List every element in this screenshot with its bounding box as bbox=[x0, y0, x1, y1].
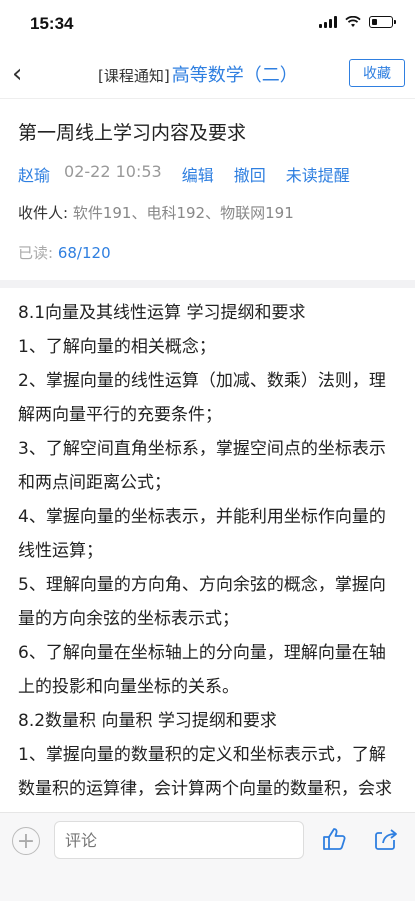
course-name: 高等数学（二） bbox=[171, 65, 298, 86]
wifi-icon bbox=[345, 16, 361, 27]
notice-title: 第一周线上学习内容及要求 bbox=[18, 122, 247, 144]
notice-meta: 赵瑜 02-22 10:53 编辑 撤回 未读提醒 bbox=[18, 162, 350, 186]
author-link[interactable]: 赵瑜 bbox=[18, 162, 50, 186]
status-time: 15:34 bbox=[30, 14, 74, 33]
nav-bar: ‹ [课程通知] 高等数学（二） 收藏 bbox=[0, 48, 415, 99]
status-icons bbox=[319, 16, 396, 28]
notice-category-tag: [课程通知] bbox=[98, 67, 170, 85]
add-icon[interactable]: + bbox=[12, 827, 40, 855]
nav-title: [课程通知] 高等数学（二） bbox=[98, 61, 298, 87]
body-line: 3、了解空间直角坐标系，掌握空间点的坐标表示和两点间距离公式； bbox=[18, 439, 386, 493]
body-line: 8.2数量积 向量积 学习提纲和要求 bbox=[18, 711, 277, 731]
unread-remind-button[interactable]: 未读提醒 bbox=[286, 162, 350, 186]
body-line: 8.1向量及其线性运算 学习提纲和要求 bbox=[18, 303, 306, 323]
favorite-button[interactable]: 收藏 bbox=[349, 59, 405, 87]
bottom-bar: + bbox=[0, 812, 415, 901]
read-label: 已读: bbox=[18, 244, 54, 262]
thumbs-up-icon[interactable] bbox=[320, 825, 348, 853]
comment-input[interactable] bbox=[54, 821, 304, 859]
read-count[interactable]: 68/120 bbox=[58, 244, 111, 262]
battery-icon bbox=[369, 16, 396, 28]
section-divider bbox=[0, 280, 415, 288]
cellular-signal-icon bbox=[319, 16, 337, 28]
withdraw-button[interactable]: 撤回 bbox=[234, 162, 266, 186]
body-line: 6、了解向量在坐标轴上的分向量，理解向量在轴上的投影和向量坐标的关系。 bbox=[18, 643, 386, 697]
status-bar: 15:34 bbox=[0, 0, 415, 48]
notice-date: 02-22 10:53 bbox=[64, 162, 162, 181]
body-line: 1、了解向量的相关概念； bbox=[18, 337, 216, 357]
recipients-list: 软件191、电科192、物联网191 bbox=[72, 204, 294, 222]
recipients-label: 收件人: bbox=[18, 204, 69, 222]
body-line: 4、掌握向量的坐标表示，并能利用坐标作向量的线性运算； bbox=[18, 507, 386, 561]
edit-button[interactable]: 编辑 bbox=[182, 162, 214, 186]
body-line: 2、掌握向量的线性运算（加减、数乘）法则，理解两向量平行的充要条件； bbox=[18, 371, 386, 425]
notice-body: 8.1向量及其线性运算 学习提纲和要求 1、了解向量的相关概念； 2、掌握向量的… bbox=[18, 296, 399, 840]
share-icon[interactable] bbox=[372, 825, 400, 853]
recipients-row: 收件人: 软件191、电科192、物联网191 bbox=[18, 202, 294, 223]
body-line: 5、理解向量的方向角、方向余弦的概念，掌握向量的方向余弦的坐标表示式； bbox=[18, 575, 386, 629]
back-chevron-icon[interactable]: ‹ bbox=[12, 59, 22, 89]
read-status-row: 已读: 68/120 bbox=[18, 242, 111, 263]
